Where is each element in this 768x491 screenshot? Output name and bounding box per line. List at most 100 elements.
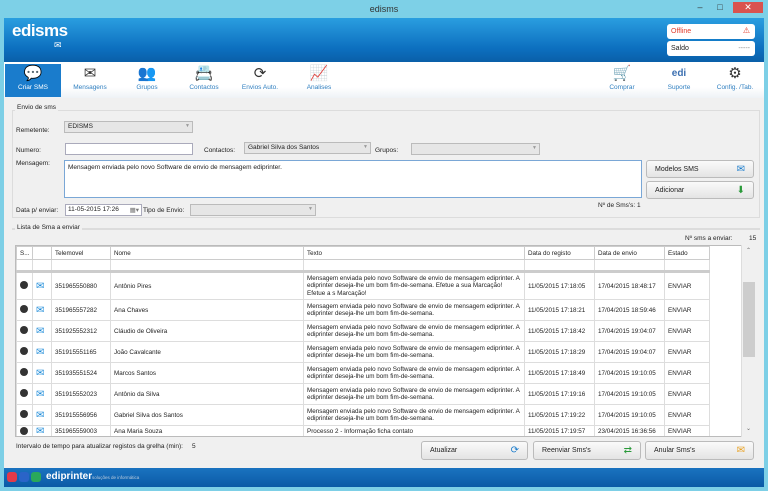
text-cell: Mensagem enviada pelo novo Software de e… (303, 341, 525, 363)
scrollbar-thumb[interactable] (743, 282, 755, 357)
tab-label: Analises (306, 84, 332, 91)
main-toolbar: 💬 Criar SMS ✉ Mensagens 👥 Grupos 📇 Contactos… (4, 62, 764, 98)
icon-cell: ✉ (32, 320, 52, 342)
table-row[interactable]: ✉ 351935551524 Marcos Santos Mensagem envia… (16, 362, 710, 384)
tipo-envio-select[interactable]: ▼ (190, 204, 316, 216)
mensagem-textarea[interactable]: Mensagem enviada pelo novo Software de e… (64, 160, 642, 198)
table-row[interactable]: ✉ 351965550880 Antônio Pires Mensagem envia… (16, 271, 710, 300)
reg-date-cell: 11/05/2015 17:18:49 (524, 362, 595, 384)
col-status[interactable]: S... (16, 246, 33, 260)
phone-cell: 351925552312 (51, 320, 111, 342)
sent-date-cell: 17/04/2015 18:59:46 (594, 299, 665, 321)
remetente-select[interactable]: EDISMS ▼ (64, 121, 193, 133)
refresh-icon: ⟳ (510, 445, 519, 456)
title-bar: edisms – □ ✕ (0, 0, 768, 18)
templates-icon: ✉ (736, 164, 745, 175)
status-cell (16, 320, 33, 342)
list-divider (12, 228, 760, 230)
tab-label: Mensagens (73, 84, 107, 91)
sent-date-cell: 17/04/2015 19:10:05 (594, 362, 665, 384)
state-cell: ENVIAR (664, 362, 710, 384)
tab-contactos[interactable]: 📇 Contactos (176, 64, 232, 97)
grid-header: S... Telemovel Nome Texto Data do regist… (16, 246, 710, 260)
table-row[interactable]: ✉ 351925552312 Cláudio de Oliveira Mensagem… (16, 320, 710, 342)
phone-cell: 351935551524 (51, 362, 111, 384)
logo-blue-dot (19, 472, 29, 482)
scroll-up-icon[interactable]: ⌃ (746, 247, 751, 254)
tab-label: Grupos (136, 84, 158, 91)
tab-label: Suporte (667, 84, 691, 91)
chat-icon: 💬 (23, 65, 43, 82)
table-row[interactable]: ✉ 351915551165 João Cavalcante Mensagem env… (16, 341, 710, 363)
status-dot-icon (20, 426, 28, 435)
numero-input[interactable] (65, 143, 193, 155)
table-row[interactable]: ✉ 351965557282 Ana Chaves Mensagem enviada … (16, 299, 710, 321)
status-cell (16, 341, 33, 363)
group-icon: 👥 (137, 65, 157, 82)
button-label: Modelos SMS (655, 166, 699, 173)
sent-date-cell: 17/04/2015 19:04:07 (594, 320, 665, 342)
tab-envios-auto[interactable]: ⟳ Envios Auto. (232, 64, 288, 97)
text-cell: Mensagem enviada pelo novo Software de e… (303, 271, 525, 300)
icon-cell: ✉ (32, 383, 52, 405)
phone-cell: 351965559003 (51, 425, 111, 436)
sent-date-cell: 23/04/2015 16:36:56 (594, 425, 665, 436)
suporte-button[interactable]: edi Suporte (651, 64, 707, 97)
reg-date-cell: 11/05/2015 17:18:21 (524, 299, 595, 321)
state-cell: ENVIAR (664, 341, 710, 363)
col-data-envio[interactable]: Data de envio (594, 246, 665, 260)
status-cell (16, 271, 33, 300)
state-cell: ENVIAR (664, 271, 710, 300)
tab-label: Envios Auto. (241, 84, 279, 91)
table-row[interactable]: ✉ 351915556956 Gabriel Silva dos Santos Men… (16, 404, 710, 426)
balance-label: Saldo (671, 45, 689, 52)
tab-criar-sms[interactable]: 💬 Criar SMS (5, 64, 61, 97)
adicionar-button[interactable]: Adicionar ⬇ (646, 181, 754, 199)
minimize-button[interactable]: – (690, 2, 710, 13)
button-label: Adicionar (655, 187, 685, 194)
scroll-down-icon[interactable]: ⌄ (746, 425, 751, 432)
filter-row (16, 259, 710, 272)
atualizar-button[interactable]: Atualizar ⟳ (421, 441, 528, 460)
sent-date-cell: 17/04/2015 18:48:17 (594, 271, 665, 300)
icon-cell: ✉ (32, 404, 52, 426)
tab-mensagens[interactable]: ✉ Mensagens (62, 64, 118, 97)
anular-button[interactable]: Anular Sms's ✉ (645, 441, 754, 460)
table-row[interactable]: ✉ 351915552023 Antônio da Silva Mensagem en… (16, 383, 710, 405)
contactos-select[interactable]: Gabriel Silva dos Santos ▼ (244, 142, 371, 154)
connection-status: Offline ⚠ (667, 24, 755, 39)
col-icon[interactable] (32, 246, 52, 260)
col-nome[interactable]: Nome (110, 246, 304, 260)
reenviar-button[interactable]: Reenviar Sms's ⇄ (533, 441, 641, 460)
send-envelope-icon: ✉ (36, 304, 45, 316)
tab-label: Comprar (609, 84, 635, 91)
name-cell: João Cavalcante (110, 341, 304, 363)
table-row[interactable]: ✉ 351965559003 Ana Maria Souza Processo 2 -… (16, 425, 710, 436)
col-estado[interactable]: Estado (664, 246, 710, 260)
footer-bar: ediprinter soluções de informática (4, 468, 764, 487)
col-texto[interactable]: Texto (303, 246, 525, 260)
group-title: Envio de sms (15, 104, 59, 111)
comprar-button[interactable]: 🛒 Comprar (594, 64, 650, 97)
text-cell: Mensagem enviada pelo novo Software de e… (303, 299, 525, 321)
envelope-icon: ✉ (83, 65, 97, 82)
col-telemovel[interactable]: Telemovel (51, 246, 111, 260)
clock-refresh-icon: ⟳ (253, 65, 267, 82)
config-button[interactable]: ⚙ Config. /Tab. (707, 64, 763, 97)
status-dot-icon (20, 410, 28, 418)
icon-cell: ✉ (32, 299, 52, 321)
maximize-button[interactable]: □ (710, 2, 730, 13)
sent-date-cell: 17/04/2015 19:10:05 (594, 383, 665, 405)
close-button[interactable]: ✕ (733, 2, 763, 13)
tab-analises[interactable]: 📈 Analises (291, 64, 347, 97)
col-data-registo[interactable]: Data do registo (524, 246, 595, 260)
tab-label: Criar SMS (18, 84, 48, 91)
text-cell: Mensagem enviada pelo novo Software de e… (303, 404, 525, 426)
phone-cell: 351915556956 (51, 404, 111, 426)
modelos-sms-button[interactable]: Modelos SMS ✉ (646, 160, 754, 178)
data-picker[interactable]: 11-05-2015 17:26 ▦▾ (65, 204, 142, 216)
grupos-select[interactable]: ▼ (411, 143, 540, 155)
calendar-icon: ▦▾ (129, 207, 139, 214)
tab-grupos[interactable]: 👥 Grupos (119, 64, 175, 97)
text-cell: Processo 2 - Informação ficha contato (303, 425, 525, 436)
